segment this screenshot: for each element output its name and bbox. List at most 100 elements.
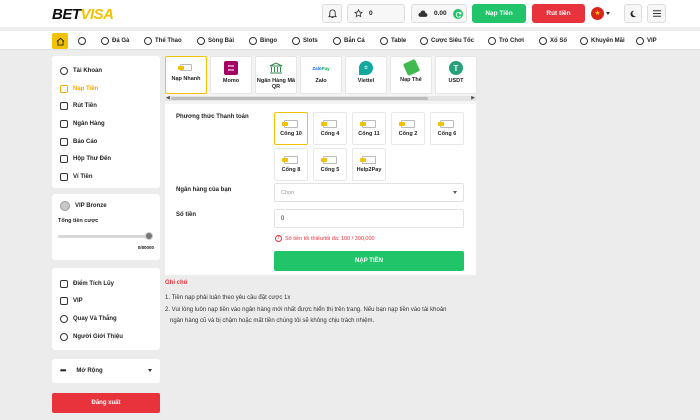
- tabs-scrollbar[interactable]: ◀ ▶: [165, 95, 476, 101]
- tab-phone-card[interactable]: Nạp Thẻ: [390, 56, 432, 94]
- nav-item-bingo[interactable]: Bingo: [249, 31, 277, 51]
- nav-item-slots[interactable]: Slots: [292, 31, 318, 51]
- deposit-icon: [60, 85, 68, 93]
- dark-mode-toggle[interactable]: [624, 4, 642, 23]
- nav-item-fishing[interactable]: Bắn Cá: [333, 31, 365, 51]
- sidebar-item-wallet[interactable]: Ví Tiền: [60, 171, 93, 183]
- card-icon: [282, 120, 298, 128]
- nav-item-games[interactable]: Trò Chơi: [488, 31, 524, 51]
- sidebar-item-account[interactable]: Tài Khoản: [60, 65, 102, 77]
- method-option-gate-10[interactable]: Cổng 10: [274, 112, 308, 145]
- ball-icon: [144, 37, 152, 45]
- vip-badge-icon: [60, 201, 70, 211]
- nav-item-casino[interactable]: Sòng Bài: [197, 31, 234, 51]
- card-icon: [438, 120, 454, 128]
- sidebar-item-deposit[interactable]: Nạp Tiền: [60, 83, 98, 95]
- amount-input[interactable]: 0: [274, 209, 464, 228]
- sidebar-item-spin-win[interactable]: Quay Và Thắng: [60, 313, 117, 325]
- sidebar-item-bank[interactable]: Ngân Hàng: [60, 118, 105, 130]
- sidebar-item-referral[interactable]: Người Giới Thiệu: [60, 331, 123, 343]
- refresh-balance-button[interactable]: [453, 9, 463, 19]
- sidebar-item-points[interactable]: Điểm Tích Lũy: [60, 278, 114, 290]
- bank-select[interactable]: Chọn: [274, 183, 464, 202]
- method-option-gate-2[interactable]: Cổng 2: [391, 112, 425, 145]
- nav-item-sports-bonus[interactable]: [78, 31, 86, 51]
- nav-item-cockfighting[interactable]: Đá Gà: [101, 31, 129, 51]
- sidebar-item-label: Điểm Tích Lũy: [73, 281, 115, 287]
- moon-icon: [630, 10, 637, 17]
- nav-label: Trò Chơi: [499, 38, 524, 44]
- deposit-submit-button[interactable]: NẠP TIỀN: [274, 251, 464, 271]
- rewards-menu-card: Điểm Tích Lũy VIP Quay Và Thắng Người Gi…: [52, 268, 160, 350]
- tab-momo[interactable]: mo mo Momo: [210, 56, 252, 94]
- nav-item-sports[interactable]: Thể Thao: [144, 31, 182, 51]
- nav-item-vip[interactable]: VIP: [636, 31, 657, 51]
- brand-logo[interactable]: BETVISA: [52, 6, 114, 23]
- scroll-left-icon[interactable]: ◀: [166, 95, 170, 101]
- lottery-icon: [539, 37, 547, 45]
- nav-item-quick-bet[interactable]: Cược Siêu Tốc: [420, 31, 474, 51]
- card-icon: [399, 120, 415, 128]
- sidebar-item-reports[interactable]: Báo Cáo: [60, 136, 97, 148]
- method-option-gate-11[interactable]: Cổng 11: [352, 112, 386, 145]
- bank-icon: [60, 120, 68, 128]
- nav-label: Table: [391, 38, 407, 44]
- method-option-gate-5[interactable]: Cổng 5: [313, 148, 347, 181]
- method-label: Cổng 11: [358, 131, 380, 137]
- method-option-gate-8[interactable]: Cổng 8: [274, 148, 308, 181]
- method-option-help2pay[interactable]: Help2Pay: [352, 148, 386, 181]
- header-withdraw-button[interactable]: Rút tiền: [532, 4, 585, 23]
- notification-button[interactable]: [322, 4, 342, 23]
- method-label: Cổng 5: [320, 167, 340, 173]
- expand-menu-label: Mở Rộng: [76, 368, 103, 374]
- sidebar-item-withdraw[interactable]: Rút Tiền: [60, 100, 97, 112]
- menu-button[interactable]: [647, 4, 666, 23]
- turnover-progress-bar: [58, 235, 150, 238]
- points-box[interactable]: 0: [347, 4, 405, 23]
- hamburger-icon: [652, 10, 661, 17]
- card-icon: [177, 61, 195, 73]
- balance-value: 0.00: [434, 10, 447, 17]
- logout-button[interactable]: Đăng xuất: [52, 393, 160, 413]
- home-button[interactable]: [52, 33, 68, 49]
- bell-icon: [327, 8, 337, 18]
- nav-item-lottery[interactable]: Xổ Số: [539, 31, 567, 51]
- method-option-gate-4[interactable]: Cổng 4: [313, 112, 347, 145]
- tab-viettel[interactable]: ☆ Viettel: [345, 56, 387, 94]
- vip-level-label: VIP Bronze: [75, 203, 107, 209]
- sidebar-item-label: Nạp Tiền: [73, 86, 99, 92]
- language-selector[interactable]: ★: [591, 6, 617, 21]
- tab-quick-deposit[interactable]: Nạp Nhanh: [165, 56, 207, 94]
- slot-icon: [292, 37, 300, 45]
- nav-label: Thể Thao: [155, 38, 182, 44]
- rooster-icon: [101, 37, 109, 45]
- wheel-icon: [60, 315, 68, 323]
- points-icon: [60, 280, 68, 288]
- brand-logo-part2: VISA: [80, 6, 115, 23]
- amount-limit-warning: ! Số tiền tối thiểu/tối đa: 100 / 300,00…: [275, 235, 375, 242]
- expand-menu-button[interactable]: ••• Mở Rộng: [52, 359, 160, 383]
- nav-label: Đá Gà: [112, 38, 130, 44]
- card-icon: [321, 120, 337, 128]
- sidebar-item-inbox[interactable]: Hộp Thư Đến: [60, 153, 111, 165]
- account-menu-card: Tài Khoản Nạp Tiền Rút Tiền Ngân Hàng Bá…: [52, 56, 160, 188]
- header-deposit-button[interactable]: Nạp Tiền: [472, 4, 526, 23]
- sidebar-item-label: Quay Và Thắng: [73, 316, 117, 322]
- more-dots-icon: •••: [60, 366, 66, 375]
- scrollbar-thumb[interactable]: [171, 97, 428, 100]
- user-icon: [60, 67, 68, 75]
- sidebar-item-vip[interactable]: VIP: [60, 295, 83, 307]
- tab-zalo[interactable]: Zalo Pay Zalo: [300, 56, 342, 94]
- withdraw-icon: [60, 102, 68, 110]
- scroll-right-icon[interactable]: ▶: [471, 95, 475, 101]
- card-icon: [360, 156, 376, 164]
- tab-bank-qr[interactable]: Ngân Hàng Mã QR: [255, 56, 297, 94]
- method-option-gate-6[interactable]: Cổng 6: [430, 112, 464, 145]
- nav-item-table[interactable]: Table: [380, 31, 406, 51]
- nav-item-promotions[interactable]: Khuyến Mãi: [580, 31, 625, 51]
- method-label: Cổng 8: [281, 167, 301, 173]
- sidebar-item-label: Ví Tiền: [73, 174, 93, 180]
- nav-label: Cược Siêu Tốc: [431, 38, 474, 44]
- report-icon: [60, 138, 68, 146]
- tab-usdt[interactable]: T USDT: [435, 56, 477, 94]
